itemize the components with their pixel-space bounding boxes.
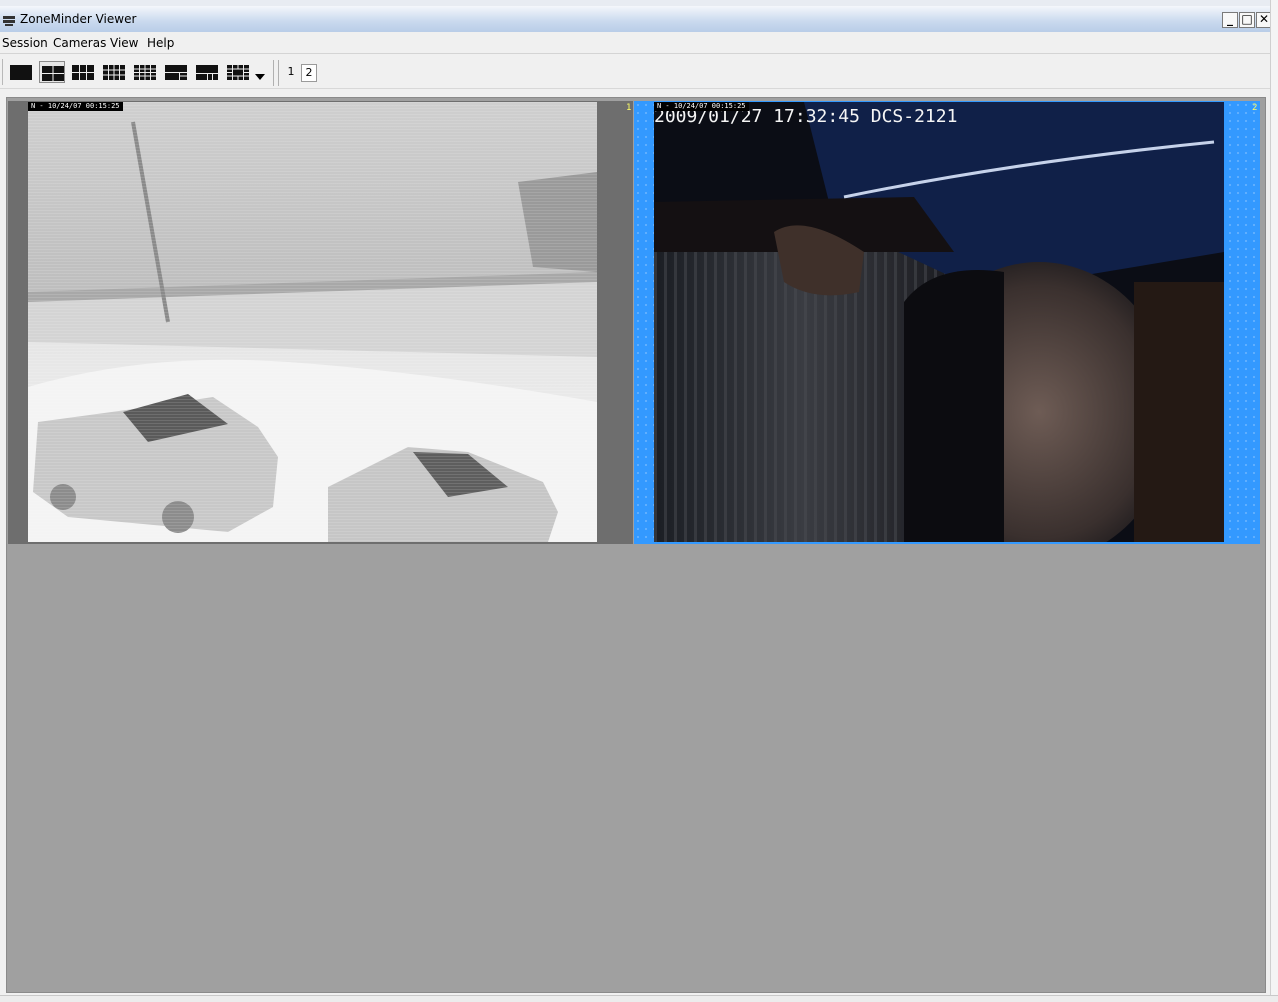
title-bar[interactable]: ZoneMinder Viewer _ □ ✕ — [0, 0, 1278, 32]
layout-4x4-icon — [134, 65, 156, 80]
layout-4x4-button[interactable] — [132, 61, 158, 83]
layout-3x2-button[interactable] — [70, 61, 96, 83]
layout-custom-c-button[interactable] — [225, 61, 251, 83]
menu-session[interactable]: Session — [2, 36, 48, 50]
person-video-image — [654, 102, 1224, 542]
window-title: ZoneMinder Viewer — [20, 12, 137, 26]
page-2-button[interactable]: 2 — [301, 64, 317, 82]
minimize-button[interactable]: _ — [1222, 12, 1238, 28]
camera-2-number: 2 — [1252, 103, 1258, 113]
menu-view[interactable]: View — [110, 36, 138, 50]
layout-custom-b-icon — [196, 65, 218, 80]
camera-1-number: 1 — [626, 103, 632, 113]
layout-dropdown-button[interactable] — [255, 66, 265, 80]
camera-2-timestamp: N - 10/24/07 00:15:25 — [654, 102, 749, 111]
camera-1-timestamp: N - 10/24/07 00:15:25 — [28, 102, 123, 111]
layout-custom-b-button[interactable] — [194, 61, 220, 83]
layout-1x1-icon — [10, 65, 32, 80]
vertical-scrollbar[interactable] — [1270, 0, 1278, 1002]
toolbar-separator — [273, 60, 279, 86]
app-icon — [3, 12, 15, 26]
toolbar-grip[interactable] — [2, 59, 4, 85]
layout-4x3-button[interactable] — [101, 61, 127, 83]
chevron-down-icon — [255, 74, 265, 80]
parking-lot-video-image — [28, 102, 597, 542]
layout-4x3-icon — [103, 65, 125, 80]
toolbar — [0, 55, 1278, 89]
maximize-button[interactable]: □ — [1239, 12, 1255, 28]
layout-3x2-icon — [72, 65, 94, 80]
status-bar — [0, 995, 1278, 1002]
layout-1x1-button[interactable] — [8, 61, 34, 83]
menu-help[interactable]: Help — [147, 36, 174, 50]
page-1-button[interactable]: 1 — [283, 64, 299, 82]
layout-2x2-icon — [42, 66, 64, 81]
camera-feed-2[interactable]: 2009/01/27 17:32:45 DCS-2121 N - 10/24/0… — [654, 102, 1224, 542]
layout-custom-c-icon — [227, 65, 249, 80]
app-window: ZoneMinder Viewer _ □ ✕ Session Cameras … — [0, 0, 1278, 1002]
layout-2x2-button[interactable] — [39, 61, 65, 83]
menu-cameras[interactable]: Cameras — [53, 36, 106, 50]
layout-custom-a-button[interactable] — [163, 61, 189, 83]
menu-bar: Session Cameras View Help — [0, 32, 1278, 54]
layout-custom-a-icon — [165, 65, 187, 80]
camera-feed-1[interactable]: N - 10/24/07 00:15:25 — [28, 102, 597, 542]
